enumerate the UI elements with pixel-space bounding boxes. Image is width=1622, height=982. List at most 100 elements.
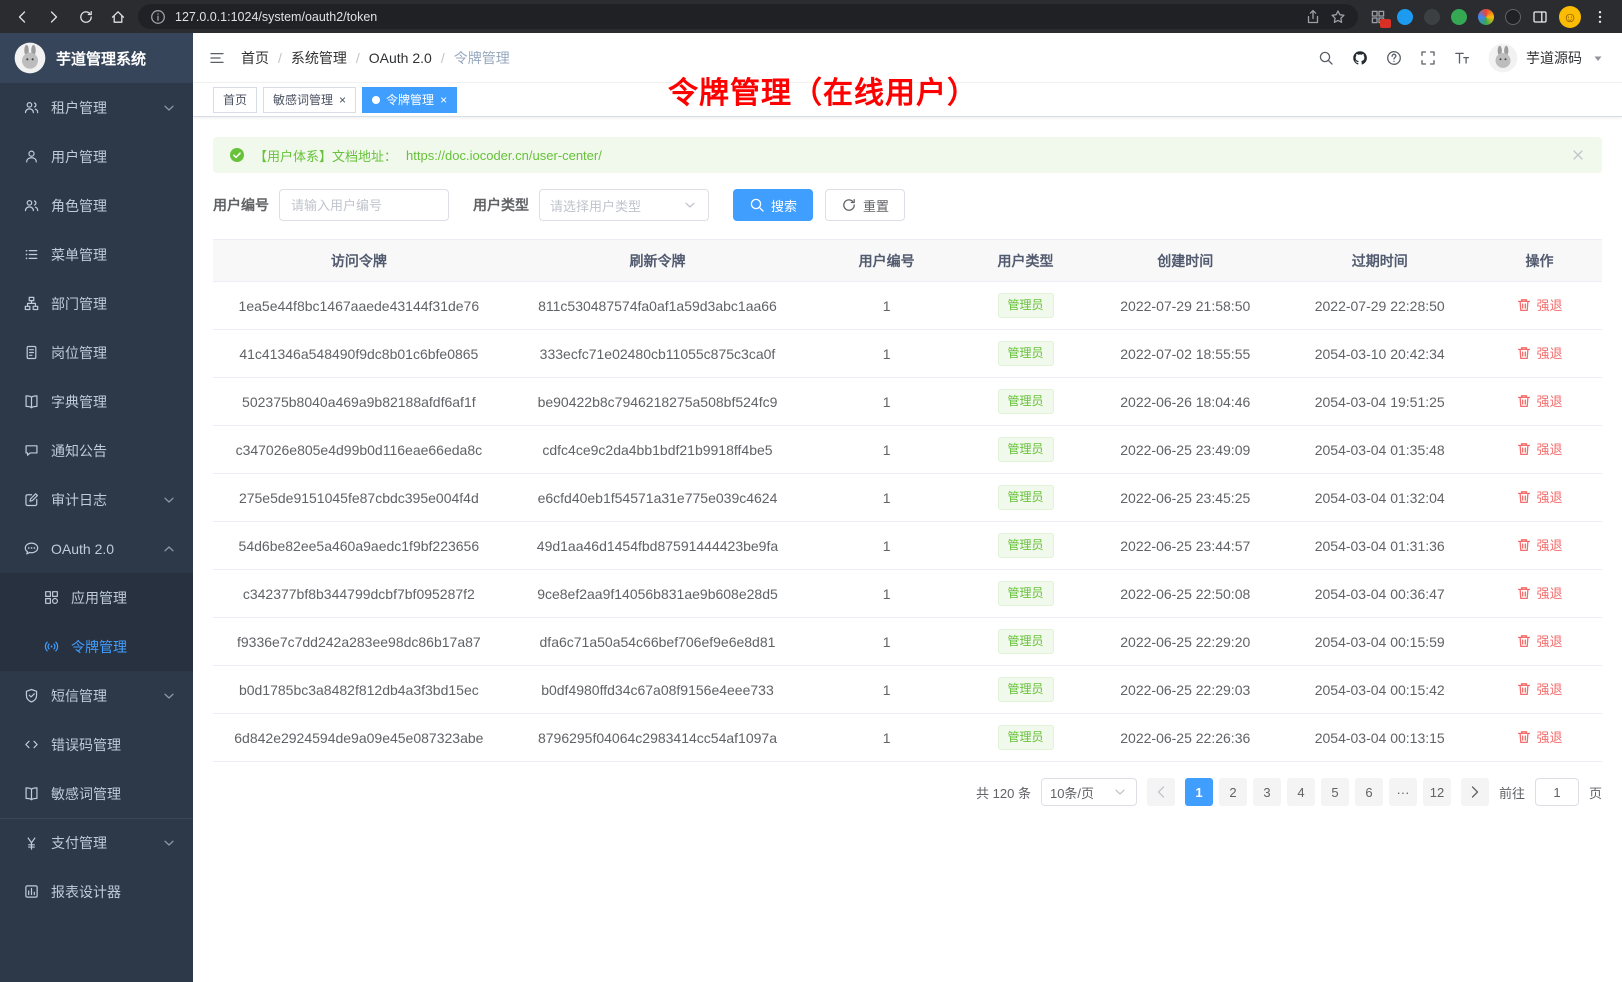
sidebar-item-oauth2-token[interactable]: 令牌管理 — [0, 622, 193, 671]
page-button-12[interactable]: 12 — [1423, 778, 1451, 806]
force-logout-button[interactable]: 强退 — [1516, 391, 1562, 410]
tab-sensitive-word[interactable]: 敏感词管理× — [263, 87, 356, 113]
force-logout-button[interactable]: 强退 — [1516, 343, 1562, 362]
url-text[interactable]: 127.0.0.1:1024/system/oauth2/token — [175, 10, 1296, 24]
page-button-4[interactable]: 4 — [1287, 778, 1315, 806]
sidebar-item-audit-log[interactable]: 审计日志 — [0, 475, 193, 524]
sidebar-item-pay[interactable]: 支付管理 — [0, 818, 193, 867]
user-type-select[interactable]: 请选择用户类型 — [539, 189, 709, 221]
user-type-badge: 管理员 — [998, 485, 1054, 510]
browser-menu-icon[interactable] — [1592, 9, 1608, 25]
breadcrumb-item[interactable]: 首页 — [241, 48, 269, 68]
expire-time-cell: 2054-03-04 19:51:25 — [1283, 378, 1477, 426]
page-size-select[interactable]: 10条/页 — [1041, 778, 1137, 806]
page-button-5[interactable]: 5 — [1321, 778, 1349, 806]
sidebar-item-oauth2-app[interactable]: 应用管理 — [0, 573, 193, 622]
post-icon — [24, 345, 39, 360]
force-logout-button[interactable]: 强退 — [1516, 727, 1562, 746]
success-check-icon — [229, 147, 245, 163]
alert-close-icon[interactable] — [1570, 147, 1586, 163]
sidebar-item-user[interactable]: 用户管理 — [0, 132, 193, 181]
force-logout-button[interactable]: 强退 — [1516, 631, 1562, 650]
user-id-input[interactable] — [279, 189, 449, 221]
forward-icon[interactable] — [42, 5, 66, 29]
force-logout-label: 强退 — [1536, 343, 1562, 362]
sidebar-item-sensitive-word[interactable]: 敏感词管理 — [0, 769, 193, 818]
app-logo[interactable]: 芋道管理系统 — [0, 33, 193, 83]
force-logout-button[interactable]: 强退 — [1516, 295, 1562, 314]
search-icon[interactable] — [1318, 50, 1334, 66]
browser-profile-avatar[interactable]: ☺ — [1559, 6, 1581, 28]
force-logout-button[interactable]: 强退 — [1516, 535, 1562, 554]
sidebar-item-error-code[interactable]: 错误码管理 — [0, 720, 193, 769]
force-logout-button[interactable]: 强退 — [1516, 439, 1562, 458]
share-icon[interactable] — [1305, 9, 1321, 25]
search-button[interactable]: 搜索 — [733, 189, 813, 221]
goto-page-input[interactable] — [1535, 778, 1579, 806]
sidebar-item-label: 通知公告 — [51, 441, 177, 461]
sidebar-item-label: 敏感词管理 — [51, 784, 177, 804]
tab-home[interactable]: 首页 — [213, 87, 257, 113]
page-button-3[interactable]: 3 — [1253, 778, 1281, 806]
font-size-icon[interactable] — [1454, 50, 1470, 66]
breadcrumb-item[interactable]: OAuth 2.0 — [369, 50, 432, 66]
force-logout-button[interactable]: 强退 — [1516, 487, 1562, 506]
help-icon[interactable] — [1386, 50, 1402, 66]
extension-icon-3[interactable] — [1424, 9, 1440, 25]
user-type-cell: 管理员 — [963, 570, 1088, 618]
github-icon[interactable] — [1352, 50, 1368, 66]
sidebar-item-role[interactable]: 角色管理 — [0, 181, 193, 230]
alert-text: 【用户体系】文档地址： — [254, 146, 397, 165]
user-id-cell: 1 — [810, 474, 963, 522]
tab-close-icon[interactable]: × — [339, 94, 346, 106]
doc-link[interactable]: https://doc.iocoder.cn/user-center/ — [406, 148, 602, 163]
sidebar-item-report-designer[interactable]: 报表设计器 — [0, 867, 193, 916]
sidebar-item-tenant[interactable]: 租户管理 — [0, 83, 193, 132]
prev-page-button[interactable] — [1147, 778, 1175, 806]
extension-icon-4[interactable] — [1451, 9, 1467, 25]
reload-icon[interactable] — [74, 5, 98, 29]
sidebar-item-menu[interactable]: 菜单管理 — [0, 230, 193, 279]
caret-down-icon — [1590, 50, 1606, 66]
fullscreen-icon[interactable] — [1420, 50, 1436, 66]
sidebar-item-notice[interactable]: 通知公告 — [0, 426, 193, 475]
tab-label: 首页 — [223, 91, 247, 108]
extension-icon-1[interactable] — [1370, 9, 1386, 25]
next-page-button[interactable] — [1461, 778, 1489, 806]
extension-icon-2[interactable] — [1397, 9, 1413, 25]
sidebar-item-dept[interactable]: 部门管理 — [0, 279, 193, 328]
user-menu[interactable]: 芋道源码 — [1488, 43, 1606, 73]
page-button-6[interactable]: 6 — [1355, 778, 1383, 806]
content: 【用户体系】文档地址： https://doc.iocoder.cn/user-… — [193, 117, 1622, 806]
address-bar[interactable]: 127.0.0.1:1024/system/oauth2/token — [138, 4, 1358, 29]
force-logout-button[interactable]: 强退 — [1516, 583, 1562, 602]
action-cell: 强退 — [1477, 282, 1602, 330]
sidebar-item-oauth2[interactable]: OAuth 2.0 — [0, 524, 193, 573]
user-id-cell: 1 — [810, 330, 963, 378]
bookmark-star-icon[interactable] — [1330, 9, 1346, 25]
site-info-icon[interactable] — [150, 9, 166, 25]
force-logout-button[interactable]: 强退 — [1516, 679, 1562, 698]
expire-time-cell: 2054-03-04 01:32:04 — [1283, 474, 1477, 522]
page-button-1[interactable]: 1 — [1185, 778, 1213, 806]
sidebar-item-sms[interactable]: 短信管理 — [0, 671, 193, 720]
tab-close-icon[interactable]: × — [440, 94, 447, 106]
access-token-cell: c342377bf8b344799dcbf7bf095287f2 — [213, 570, 505, 618]
extension-icon-5[interactable] — [1478, 9, 1494, 25]
sidebar-item-post[interactable]: 岗位管理 — [0, 328, 193, 377]
breadcrumb-item[interactable]: 系统管理 — [291, 48, 347, 68]
refresh-token-cell: 811c530487574fa0af1a59d3abc1aa66 — [505, 282, 811, 330]
reset-button[interactable]: 重置 — [825, 189, 905, 221]
home-icon[interactable] — [106, 5, 130, 29]
extension-icon-6[interactable] — [1505, 9, 1521, 25]
back-icon[interactable] — [10, 5, 34, 29]
page-button-2[interactable]: 2 — [1219, 778, 1247, 806]
create-time-cell: 2022-06-25 22:26:36 — [1088, 714, 1282, 762]
sidebar-item-dict[interactable]: 字典管理 — [0, 377, 193, 426]
page-ellipsis[interactable]: ··· — [1389, 778, 1417, 806]
tab-token[interactable]: 令牌管理× — [362, 87, 457, 113]
user-type-cell: 管理员 — [963, 330, 1088, 378]
menu-fold-icon[interactable] — [209, 50, 225, 66]
refresh-token-cell: e6cfd40eb1f54571a31e775e039c4624 — [505, 474, 811, 522]
side-panel-icon[interactable] — [1532, 9, 1548, 25]
